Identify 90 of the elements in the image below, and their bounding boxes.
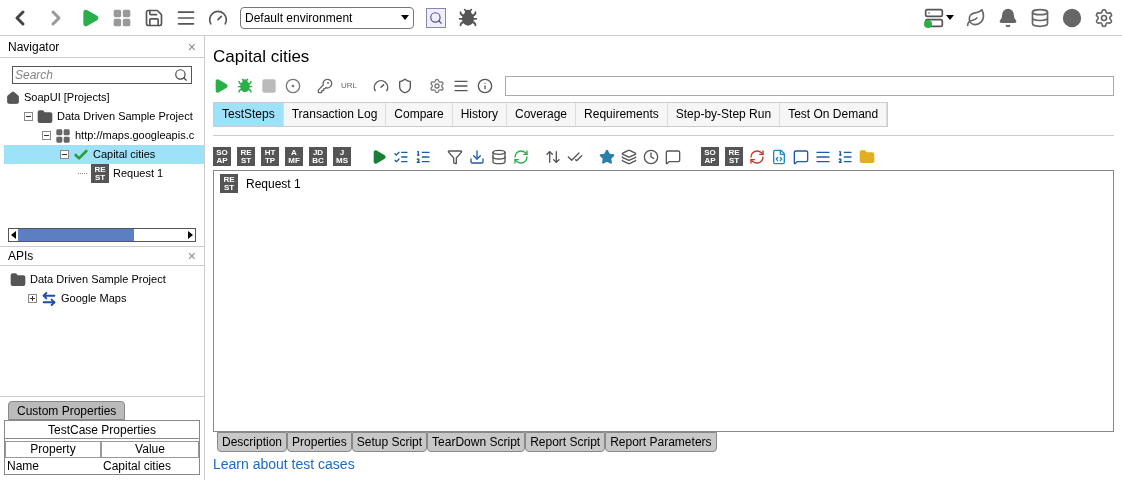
help-link[interactable]: Learn about test cases: [213, 453, 355, 475]
table-title: TestCase Properties: [5, 421, 199, 439]
step-type-icon: RE ST: [725, 147, 743, 166]
list-item[interactable]: RE ST Request 1: [220, 174, 1107, 193]
collapse-icon[interactable]: [60, 150, 69, 159]
search-settings-button[interactable]: [426, 7, 446, 28]
step-type-icon: SO AP: [701, 147, 719, 166]
step-type-icon: RE ST: [220, 174, 238, 193]
tab[interactable]: Coverage: [507, 102, 577, 126]
tab[interactable]: Transaction Log: [283, 102, 387, 126]
search-field[interactable]: Search: [12, 66, 192, 84]
bug-icon[interactable]: [458, 7, 478, 28]
bell-icon[interactable]: [998, 7, 1018, 28]
tree-item[interactable]: Data Driven Sample Project: [8, 270, 204, 289]
info-icon[interactable]: [477, 77, 493, 94]
home-icon: [6, 90, 20, 105]
target-icon[interactable]: [285, 77, 301, 94]
tab[interactable]: Test On Demand: [780, 102, 888, 126]
folder-icon: [10, 271, 26, 288]
tab[interactable]: Step-by-Step Run: [667, 102, 781, 126]
tree-item[interactable]: Google Maps: [8, 289, 204, 308]
clock-icon[interactable]: [643, 148, 659, 165]
refresh-icon[interactable]: [749, 148, 765, 165]
collapse-icon[interactable]: [42, 131, 51, 140]
tab[interactable]: TearDown Script: [427, 431, 526, 452]
key-icon[interactable]: [317, 77, 333, 94]
grid-icon[interactable]: [112, 7, 132, 28]
tree-item[interactable]: Data Driven Sample Project: [4, 107, 204, 126]
step-type-icon: RE ST: [91, 164, 109, 183]
tab[interactable]: History: [452, 102, 507, 126]
horizontal-scrollbar[interactable]: [8, 228, 196, 242]
database-icon[interactable]: [491, 148, 507, 165]
tab[interactable]: Requirements: [576, 102, 668, 126]
text-field[interactable]: [505, 75, 1114, 96]
database-icon[interactable]: [1030, 7, 1050, 28]
folder-icon: [37, 108, 53, 125]
column-header[interactable]: Property: [5, 441, 101, 458]
grid-icon: [55, 127, 71, 144]
tab[interactable]: Report Script: [525, 431, 606, 452]
server-icon[interactable]: [924, 7, 954, 28]
refresh-icon[interactable]: [513, 148, 529, 165]
circle-icon[interactable]: [1062, 7, 1082, 28]
step-type-icon: HT TP: [261, 147, 279, 166]
step-type-icon: A MF: [285, 147, 303, 166]
tree-item[interactable]: SoapUI [Projects]: [4, 88, 204, 107]
step-type-icon: JD BC: [309, 147, 327, 166]
table-cell-text: Name: [6, 458, 40, 474]
close-button[interactable]: ×: [187, 39, 196, 54]
comment-icon[interactable]: [665, 148, 681, 165]
properties-tab[interactable]: Custom Properties: [8, 401, 126, 420]
tree-item[interactable]: Capital cities: [4, 145, 204, 164]
tab[interactable]: Report Parameters: [605, 431, 717, 452]
tab[interactable]: Properties: [287, 431, 352, 452]
file-icon[interactable]: [771, 148, 787, 165]
gauge-icon[interactable]: [373, 77, 389, 94]
step-type-icon: J MS: [333, 147, 351, 166]
leaf-icon[interactable]: [966, 7, 986, 28]
run-step-icon[interactable]: [371, 148, 387, 165]
message-icon[interactable]: [793, 148, 809, 165]
column-header[interactable]: Value: [101, 441, 199, 458]
environment-dropdown[interactable]: Default environment: [240, 6, 414, 29]
tab[interactable]: Description: [217, 431, 288, 452]
shield-icon[interactable]: [397, 77, 413, 94]
expand-icon[interactable]: [28, 294, 37, 303]
run-button[interactable]: [213, 77, 229, 94]
step-type-icon: SO AP: [213, 147, 231, 166]
arrows-icon[interactable]: [545, 148, 561, 165]
step-type-icon: RE ST: [237, 147, 255, 166]
close-button[interactable]: ×: [187, 249, 196, 263]
url-label[interactable]: URL: [341, 79, 357, 92]
table-cell-text: Capital cities: [102, 458, 173, 474]
insert-list-icon[interactable]: [415, 148, 431, 165]
arrows-icon: [41, 290, 57, 307]
search-icon[interactable]: [174, 68, 188, 82]
collapse-icon[interactable]: [24, 112, 33, 121]
tab[interactable]: TestSteps: [214, 102, 284, 126]
panel-title: Navigator: [8, 38, 60, 56]
panel-title: APIs: [8, 248, 34, 265]
filter-icon[interactable]: [447, 148, 463, 165]
tree-item[interactable]: http://maps.googleapis.c: [4, 126, 204, 145]
layers-icon[interactable]: [621, 148, 637, 165]
save-button[interactable]: [144, 7, 164, 28]
list-icon[interactable]: [837, 148, 853, 165]
settings-icon[interactable]: [429, 77, 445, 94]
test-case-title: Capital cities: [213, 46, 311, 68]
settings-icon[interactable]: [1094, 7, 1114, 28]
run-button[interactable]: [80, 7, 100, 28]
star-icon[interactable]: [599, 148, 615, 165]
tab[interactable]: Compare: [386, 102, 453, 126]
download-icon[interactable]: [469, 148, 485, 165]
